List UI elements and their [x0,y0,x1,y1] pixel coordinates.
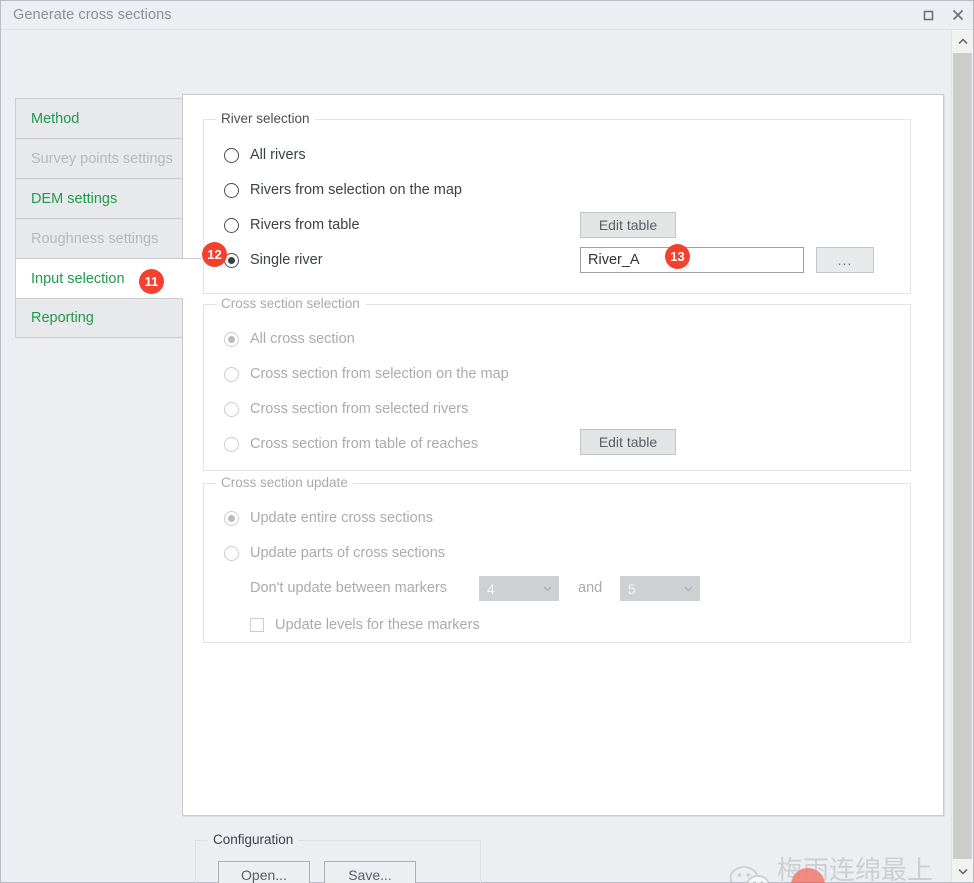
badge-13: 13 [665,244,690,269]
wechat-watermark: 梅雨连绵最上川 [729,858,951,883]
river-selection-title: River selection [216,111,315,126]
title-bar: Generate cross sections [1,1,973,30]
radio-update-entire-cross-sections[interactable]: Update entire cross sections [224,507,433,529]
scroll-up-icon[interactable] [952,30,973,52]
radio-label: Update parts of cross sections [250,545,446,561]
radio-single-river[interactable]: Single river [224,249,323,271]
radio-icon [224,217,239,233]
edit-table-button-reaches[interactable]: Edit table [580,429,676,455]
scrollbar-thumb[interactable] [953,53,972,859]
chevron-down-icon [539,586,555,592]
single-river-input[interactable]: River_A [580,247,804,273]
dont-update-between-markers-label: Don't update between markers [250,580,448,596]
cross-section-selection-title: Cross section selection [216,296,365,311]
cross-section-update-group: Cross section update Update entire cross… [203,475,911,643]
radio-label: All rivers [250,147,306,163]
checkbox-icon [250,618,264,632]
input-selection-panel: River selection All rivers Rivers from s… [182,94,944,816]
vertical-scrollbar[interactable] [951,30,973,882]
sidebar-item-dem-settings[interactable]: DEM settings [15,178,183,218]
sidebar-item-method[interactable]: Method [15,98,183,138]
tab-label: Method [31,110,80,127]
tab-label: Reporting [31,310,94,326]
radio-label: Rivers from selection on the map [250,182,462,198]
radio-icon [224,147,239,163]
radio-label: Cross section from selection on the map [250,366,509,382]
scrollbar-track[interactable] [952,52,973,860]
marker-to-combo[interactable]: 5 [620,576,700,601]
badge-12: 12 [202,242,227,267]
radio-icon [224,401,239,417]
radio-cross-section-from-map-selection[interactable]: Cross section from selection on the map [224,363,509,385]
watermark-red-dot [791,868,825,883]
badge-11: 11 [139,269,164,294]
watermark-text: 梅雨连绵最上川 [777,856,934,883]
radio-all-cross-section[interactable]: All cross section [224,328,355,350]
update-levels-checkbox[interactable]: Update levels for these markers [250,614,480,636]
marker-to-value: 5 [628,580,636,597]
and-label: and [578,580,603,596]
radio-icon [224,182,239,198]
radio-label: Cross section from table of reaches [250,436,479,452]
radio-icon [224,331,239,347]
chevron-down-icon [680,586,696,592]
radio-cross-section-from-table-of-reaches[interactable]: Cross section from table of reaches [224,433,478,455]
sidebar-item-survey-points-settings[interactable]: Survey points settings [15,138,183,178]
tab-label: Input selection [31,270,125,287]
cross-section-selection-group: Cross section selection All cross sectio… [203,296,911,471]
radio-label: Rivers from table [250,217,360,233]
sidebar-item-reporting[interactable]: Reporting [15,298,183,338]
window-body: Method Survey points settings DEM settin… [1,30,973,883]
radio-label: Update entire cross sections [250,510,433,526]
radio-icon [224,510,239,526]
radio-icon [224,436,239,452]
window-title: Generate cross sections [13,7,172,23]
wechat-icon [729,865,773,883]
save-config-button[interactable]: Save... [324,861,416,883]
radio-rivers-from-table[interactable]: Rivers from table [224,214,360,236]
tab-label: DEM settings [31,190,118,207]
tab-label: Survey points settings [31,150,173,167]
browse-button[interactable]: ... [816,247,874,273]
sidebar-item-input-selection[interactable]: Input selection 11 [15,258,201,298]
radio-label: Single river [250,252,323,268]
edit-table-button-rivers[interactable]: Edit table [580,212,676,238]
maximize-icon[interactable] [913,1,943,29]
close-icon[interactable] [943,1,973,29]
radio-icon [224,366,239,382]
tab-label: Roughness settings [31,230,159,247]
radio-label: Cross section from selected rivers [250,401,469,417]
checkbox-label: Update levels for these markers [275,617,480,633]
river-selection-group: River selection All rivers Rivers from s… [203,111,911,294]
marker-from-combo[interactable]: 4 [479,576,559,601]
scroll-down-icon[interactable] [952,860,973,882]
radio-cross-section-from-selected-rivers[interactable]: Cross section from selected rivers [224,398,468,420]
radio-rivers-from-map-selection[interactable]: Rivers from selection on the map [224,179,462,201]
configuration-title: Configuration [208,832,299,847]
generate-cross-sections-window: Generate cross sections Method Survey po… [0,0,974,883]
radio-update-parts-of-cross-sections[interactable]: Update parts of cross sections [224,542,445,564]
cross-section-update-title: Cross section update [216,475,353,490]
open-config-button[interactable]: Open... [218,861,310,883]
radio-all-rivers[interactable]: All rivers [224,144,306,166]
marker-from-value: 4 [487,580,495,597]
radio-icon [224,545,239,561]
dialog-page: Method Survey points settings DEM settin… [1,30,951,883]
radio-label: All cross section [250,331,355,347]
configuration-group: Configuration Open... Save... [195,832,481,883]
sidebar-tabs: Method Survey points settings DEM settin… [15,98,201,338]
sidebar-item-roughness-settings[interactable]: Roughness settings [15,218,183,258]
